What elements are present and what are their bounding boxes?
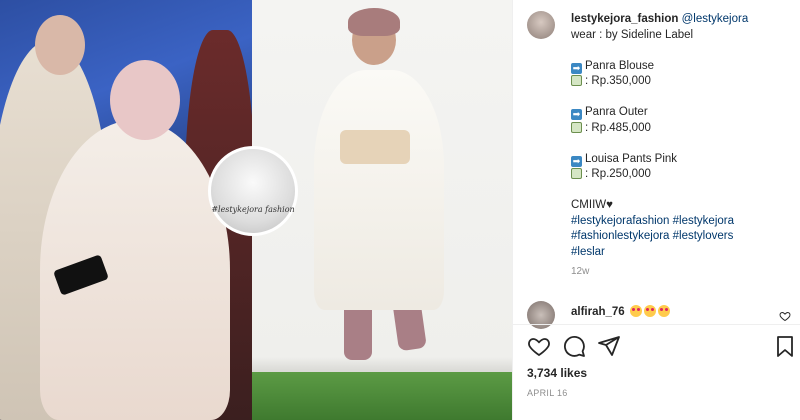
author-username[interactable]: lestykejora_fashion: [571, 13, 678, 25]
caption-mention[interactable]: @lestykejora: [682, 13, 749, 25]
share-icon[interactable]: [597, 334, 621, 358]
caption-line: wear : by Sideline Label: [571, 28, 694, 41]
heart-eyes-emoji: [629, 305, 642, 317]
inset-watermark: #lestykejora fashion: [211, 205, 295, 214]
model-belt: [340, 130, 410, 164]
heart-icon[interactable]: [527, 334, 551, 358]
heart-glyph: ♥: [606, 199, 613, 211]
hashtag-line[interactable]: #leslar: [571, 245, 793, 261]
photo-figure-head-right: [110, 60, 180, 140]
money-icon: [571, 75, 582, 86]
model-turban: [348, 8, 400, 36]
hashtag-line[interactable]: #lestykejorafashion #lestykejora: [571, 214, 793, 230]
heart-eyes-emoji: [657, 305, 670, 317]
divider: [513, 324, 800, 325]
arrow-right-icon: ➡: [571, 109, 582, 120]
item-price: : Rp.485,000: [585, 121, 651, 134]
money-icon: [571, 168, 582, 179]
model-dress: [314, 70, 444, 310]
author-avatar[interactable]: [527, 11, 555, 39]
post-date: APRIL 16: [527, 388, 568, 398]
hashtag-line[interactable]: #fashionlestykejora #lestylovers: [571, 229, 793, 245]
like-count[interactable]: 3,734 likes: [527, 366, 587, 380]
instagram-post: #lestykejora fashion lestykejora_fashion…: [0, 0, 800, 420]
commenter-username[interactable]: alfirah_76: [571, 306, 625, 318]
inset-circle-photo: #lestykejora fashion: [208, 146, 298, 236]
post-age: 12w: [571, 266, 590, 277]
arrow-right-icon: ➡: [571, 62, 582, 74]
item-price: : Rp.250,000: [585, 168, 651, 180]
comment-row: alfirah_76: [527, 300, 797, 329]
post-sidebar: lestykejora_fashion @lestykejora wear : …: [512, 0, 800, 420]
bookmark-icon[interactable]: [773, 334, 797, 358]
action-bar: [527, 334, 797, 360]
cmiiw-text: CMIIW: [571, 199, 607, 211]
comment-like-heart-icon[interactable]: [779, 310, 791, 322]
money-icon: [571, 121, 582, 133]
arrow-right-icon: ➡: [571, 155, 582, 167]
heart-eyes-emoji: [643, 305, 656, 317]
item-name: Louisa Pants Pink: [585, 152, 678, 165]
item-name: Panra Outer: [585, 106, 648, 118]
comment-icon[interactable]: [562, 334, 586, 358]
photo-figure-head-left: [35, 15, 85, 75]
post-caption: lestykejora_fashion @lestykejora wear : …: [571, 12, 793, 280]
grass-floor: [252, 372, 512, 420]
item-price: : Rp.350,000: [585, 75, 651, 87]
item-name: Panra Blouse: [585, 59, 655, 72]
